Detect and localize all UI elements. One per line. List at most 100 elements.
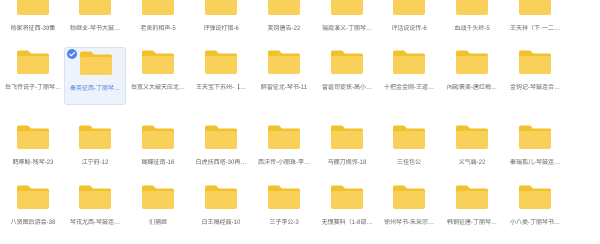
folder-label: 义气霸-22 [458,160,486,166]
folder-label: 韩钢征唐-丁丽琴… [447,220,497,226]
folder-icon [205,125,237,149]
folder-label: 十把金金刚-王道… [384,85,434,91]
folder-item[interactable]: 评话说说传-6 [378,0,440,46]
folder-label: 雷霆司徒侠-高小… [322,85,372,91]
folder-label: 岳宽义大破天应北… [130,85,185,91]
folder-label: 鹤啄鲶-残琴-23 [12,160,54,166]
folder-icon [17,0,49,15]
folder-label: 小八类-丁丽琴书… [510,220,560,226]
folder-item[interactable]: 三挂包公 [378,122,440,180]
folder-item[interactable]: 杨继业-琴书大鼓… [64,0,126,46]
folder-label: 三挂包公 [396,160,421,166]
folder-item[interactable]: 琴戎尤西-琴鼓连… [64,182,126,240]
folder-label: 江宁府-12 [81,160,109,166]
folder-item[interactable]: 马棚刀揭邻-18 [316,122,378,180]
folder-icon [17,185,49,209]
folder-icon [393,0,425,15]
folder-icon [268,125,300,149]
folder-label: 三子李公-3 [269,220,299,226]
folder-icon [331,50,363,74]
folder-label: 白虎扶西塔-30再… [195,160,247,166]
check-circle-icon[interactable] [67,49,77,59]
folder-label: 西洋传-小丽珠-李… [258,160,310,166]
folder-item[interactable]: 血战千头岭-5 [441,0,503,46]
folder-icon [519,0,551,15]
folder-icon [331,0,363,15]
folder-label: 岳飞传说子-丁丽琴… [5,85,61,91]
folder-label: 徐州琴书-朱采宗… [384,220,434,226]
folder-item[interactable]: 金钩记-琴鼓连合… [504,47,566,105]
folder-label: 白王稿经鼓-10 [201,220,241,226]
folder-item[interactable]: 西洋传-小丽珠-李… [253,122,315,180]
folder-label: 瑞霞演义-丁丽琴… [322,26,372,32]
folder-label: 血战千头岭-5 [454,26,490,32]
folder-item[interactable]: 韩钢征唐-丁丽琴… [441,182,503,240]
folder-item[interactable]: 王天宝下苏州-【… [190,47,252,105]
folder-label: 评话说说传-6 [391,26,427,32]
folder-label: 马棚刀揭邻-18 [327,160,367,166]
folder-item[interactable]: 秦英征西-丁丽琴… [64,47,126,105]
folder-item[interactable]: 八贤图后游会-38 [2,182,64,240]
folder-item[interactable]: 蝴蝶征南-16 [127,122,189,180]
folder-icon [142,125,174,149]
folder-item[interactable]: 岳飞传说子-丁丽琴… [2,47,64,105]
folder-icon [331,185,363,209]
folder-item[interactable]: 雷霆司徒侠-高小… [316,47,378,105]
folder-icon [79,0,111,15]
folder-item[interactable]: 三子李公-3 [253,182,315,240]
folder-item[interactable]: 十把金金刚-王道… [378,47,440,105]
folder-icon [205,185,237,209]
folder-icon [79,185,111,209]
folder-icon [393,125,425,149]
folder-icon [79,125,111,149]
folder-icon [331,125,363,149]
folder-label: 杨家将征西-39集 [10,26,56,32]
folder-label: 醉雷征北-琴书-11 [260,85,308,91]
folder-icon [142,185,174,209]
folder-item[interactable]: 闯殿褒美-唐红梅… [441,47,503,105]
folder-icon [17,50,49,74]
folder-item[interactable]: 秦瑞孤儿-琴鼓连… [504,122,566,180]
folder-icon [393,50,425,74]
folder-icon [80,51,112,75]
folder-item[interactable]: 白王稿经鼓-10 [190,182,252,240]
folder-item[interactable]: 笑岗唐告-22 [253,0,315,46]
folder-label: 王天宝下苏州-【… [196,85,246,91]
folder-label: 金钩记-琴鼓连合… [510,85,560,91]
folder-label: 杨继业-琴书大鼓… [70,26,120,32]
folder-label: 秦英征西-丁丽琴… [70,86,120,92]
folder-item[interactable]: 白虎扶西塔-30再… [190,122,252,180]
folder-item[interactable]: 义气霸-22 [441,122,503,180]
folder-label: 王天祥（下·一二… [510,26,560,32]
folder-item[interactable]: 杨家将征西-39集 [2,0,64,46]
folder-label: 八贤图后游会-38 [10,220,56,226]
folder-item[interactable]: 鹤啄鲶-残琴-23 [2,122,64,180]
folder-label: 笑岗唐告-22 [267,26,301,32]
folder-label: 无愧赛科（1-8部… [321,220,373,226]
folder-label: 老舍的相声-5 [140,26,176,32]
folder-item[interactable]: 徐州琴书-朱采宗… [378,182,440,240]
folder-icon [268,185,300,209]
folder-icon [142,0,174,15]
folder-label: 评弹说打猎-6 [203,26,239,32]
folder-icon [205,0,237,15]
folder-item[interactable]: 无愧赛科（1-8部… [316,182,378,240]
folder-label: 蝴蝶征南-16 [141,160,175,166]
folder-item[interactable]: 王天祥（下·一二… [504,0,566,46]
folder-item[interactable]: 老舍的相声-5 [127,0,189,46]
folder-item[interactable]: 江宁府-12 [64,122,126,180]
folder-icon [268,50,300,74]
folder-item[interactable]: 瑞霞演义-丁丽琴… [316,0,378,46]
folder-item[interactable]: 们捕继 [127,182,189,240]
folder-label: 秦瑞孤儿-琴鼓连… [510,160,560,166]
folder-icon [519,125,551,149]
folder-item[interactable]: 岳宽义大破天应北… [127,47,189,105]
folder-item[interactable]: 评弹说打猎-6 [190,0,252,46]
folder-item[interactable]: 醉雷征北-琴书-11 [253,47,315,105]
folder-icon [519,50,551,74]
folder-icon [456,50,488,74]
folder-icon [142,50,174,74]
folder-icon [456,125,488,149]
folder-icon [519,185,551,209]
folder-item[interactable]: 小八类-丁丽琴书… [504,182,566,240]
